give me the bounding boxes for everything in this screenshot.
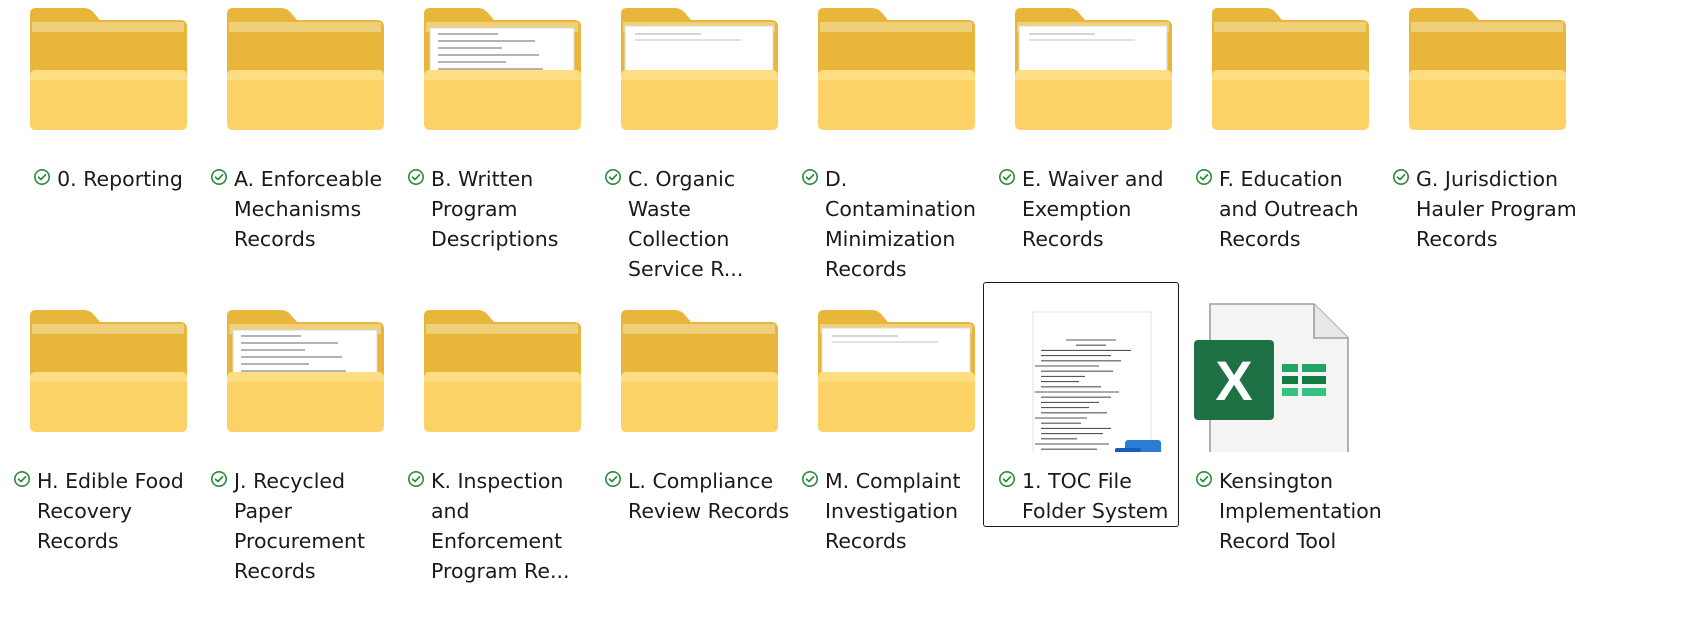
synced-status-icon xyxy=(605,471,621,487)
folder-icon xyxy=(1192,0,1388,150)
file-name: J. Recycled Paper Procurement Records xyxy=(234,469,365,583)
file-label: G. Jurisdiction Hauler Program Records xyxy=(1389,164,1585,254)
synced-status-icon xyxy=(14,471,30,487)
file-label: J. Recycled Paper Procurement Records xyxy=(207,466,403,586)
file-name: B. Written Program Descriptions xyxy=(431,167,559,251)
file-label: H. Edible Food Recovery Records xyxy=(10,466,206,556)
file-name: G. Jurisdiction Hauler Program Records xyxy=(1416,167,1577,251)
folder-icon xyxy=(601,302,797,452)
file-name: Kensington Implementation Record Tool xyxy=(1219,469,1382,553)
file-item[interactable]: L. Compliance Review Records xyxy=(601,302,797,602)
file-name: C. Organic Waste Collection Service R... xyxy=(628,167,744,281)
file-name: E. Waiver and Exemption Records xyxy=(1022,167,1164,251)
folder-icon xyxy=(798,302,994,452)
file-name: H. Edible Food Recovery Records xyxy=(37,469,184,553)
file-item[interactable]: X Kensington Implementation Record Tool xyxy=(1192,302,1388,602)
synced-status-icon xyxy=(802,471,818,487)
file-label: F. Education and Outreach Records xyxy=(1192,164,1388,254)
file-name: D. Contamination Minimization Records xyxy=(825,167,976,281)
file-item[interactable]: K. Inspection and Enforcement Program Re… xyxy=(404,302,600,602)
file-item[interactable]: E. Waiver and Exemption Records xyxy=(995,0,1191,300)
synced-status-icon xyxy=(408,471,424,487)
file-item[interactable]: M. Complaint Investigation Records xyxy=(798,302,994,602)
synced-status-icon xyxy=(408,169,424,185)
file-name: L. Compliance Review Records xyxy=(628,469,790,523)
file-label: D. Contamination Minimization Records xyxy=(798,164,994,284)
synced-status-icon xyxy=(1393,169,1409,185)
file-label: Kensington Implementation Record Tool xyxy=(1192,466,1388,556)
synced-status-icon xyxy=(34,169,51,185)
file-label: L. Compliance Review Records xyxy=(601,466,797,526)
folder-icon xyxy=(10,0,206,150)
file-item[interactable]: G. Jurisdiction Hauler Program Records xyxy=(1389,0,1585,300)
folder-icon xyxy=(404,0,600,150)
file-name: M. Complaint Investigation Records xyxy=(825,469,961,553)
file-explorer-grid: 0. Reporting A. Enforceable Mechanisms Re… xyxy=(0,0,1686,619)
file-label: B. Written Program Descriptions xyxy=(404,164,600,254)
folder-icon xyxy=(207,0,403,150)
synced-status-icon xyxy=(605,169,621,185)
folder-icon xyxy=(404,302,600,452)
folder-icon xyxy=(1389,0,1585,150)
excel-icon: X xyxy=(1182,292,1378,452)
file-item[interactable]: 0. Reporting xyxy=(10,0,206,300)
synced-status-icon xyxy=(211,471,227,487)
synced-status-icon xyxy=(211,169,227,185)
file-label: C. Organic Waste Collection Service R... xyxy=(601,164,797,284)
file-name: A. Enforceable Mechanisms Records xyxy=(234,167,383,251)
folder-icon xyxy=(10,302,206,452)
file-name: K. Inspection and Enforcement Program Re… xyxy=(431,469,570,583)
synced-status-icon xyxy=(1196,169,1212,185)
file-label: E. Waiver and Exemption Records xyxy=(995,164,1191,254)
folder-icon xyxy=(601,0,797,150)
synced-status-icon xyxy=(999,169,1015,185)
folder-icon xyxy=(798,0,994,150)
file-name: F. Education and Outreach Records xyxy=(1219,167,1359,251)
file-label: 0. Reporting xyxy=(10,164,206,194)
file-label: M. Complaint Investigation Records xyxy=(798,466,994,556)
file-label: A. Enforceable Mechanisms Records xyxy=(207,164,403,254)
synced-status-icon xyxy=(1196,471,1212,487)
file-item[interactable]: B. Written Program Descriptions xyxy=(404,0,600,300)
selection-highlight xyxy=(983,282,1179,527)
file-item[interactable]: A. Enforceable Mechanisms Records xyxy=(207,0,403,300)
file-name: 0. Reporting xyxy=(57,167,183,191)
file-item[interactable]: H. Edible Food Recovery Records xyxy=(10,302,206,602)
file-label: K. Inspection and Enforcement Program Re… xyxy=(404,466,600,586)
file-item[interactable]: W1. TOC File Folder System xyxy=(983,282,1191,602)
synced-status-icon xyxy=(802,169,818,185)
file-item[interactable]: F. Education and Outreach Records xyxy=(1192,0,1388,300)
folder-icon xyxy=(207,302,403,452)
file-item[interactable]: C. Organic Waste Collection Service R... xyxy=(601,0,797,300)
folder-icon xyxy=(995,0,1191,150)
file-item[interactable]: D. Contamination Minimization Records xyxy=(798,0,994,300)
file-item[interactable]: J. Recycled Paper Procurement Records xyxy=(207,302,403,602)
svg-text:X: X xyxy=(1215,349,1252,412)
